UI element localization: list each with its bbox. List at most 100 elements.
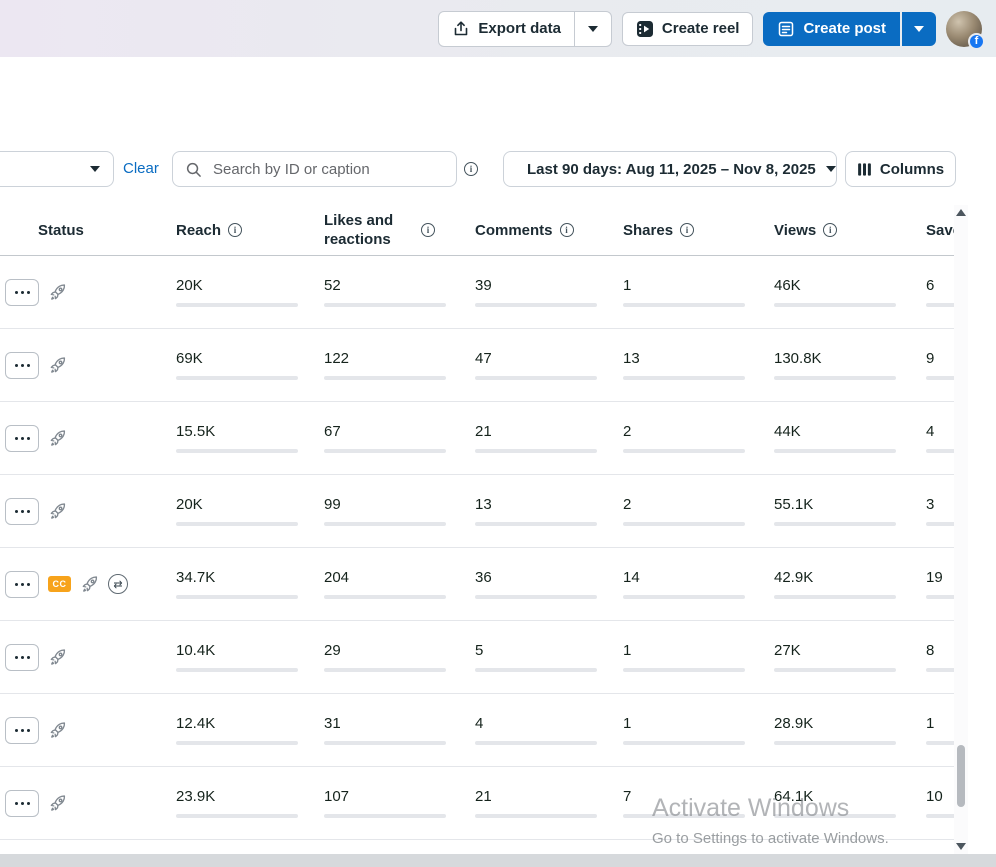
row-options-button[interactable] (5, 424, 39, 452)
boost-post-button[interactable] (48, 794, 67, 813)
search-info-icon[interactable]: i (464, 162, 478, 176)
boost-post-button[interactable] (80, 575, 99, 594)
dots-icon (14, 436, 18, 440)
metric-value: 2 (623, 423, 632, 440)
boost-post-button[interactable] (48, 648, 67, 667)
create-post-button[interactable]: Create post (763, 11, 900, 46)
metric-bar (623, 303, 745, 307)
views-cell: 44K (766, 423, 918, 453)
row-options-button[interactable] (5, 497, 39, 525)
create-reel-label: Create reel (661, 20, 740, 37)
metric-bar (176, 595, 298, 599)
column-header-likes: Likes and reactions i (316, 211, 467, 250)
metric-bar (475, 376, 597, 380)
metric-value: 2 (623, 496, 632, 513)
row-options-button[interactable] (5, 278, 39, 306)
likes-cell: 99 (316, 496, 467, 526)
clear-filters-link[interactable]: Clear (123, 160, 159, 177)
table-row: 12.4K 31 4 1 28.9K 1 (0, 694, 996, 767)
table-body: 20K 52 39 1 46K 6 69K 122 47 13 130.8K 9… (0, 256, 996, 840)
shares-cell: 13 (615, 350, 766, 380)
export-data-dropdown-button[interactable] (573, 11, 611, 46)
comments-cell: 4 (467, 715, 615, 745)
dots-icon (14, 728, 18, 732)
row-options-button[interactable] (5, 351, 39, 379)
row-status-cell (0, 351, 168, 379)
rocket-icon (82, 575, 98, 592)
scrollbar-thumb[interactable] (957, 745, 965, 807)
metric-value: 34.7K (176, 569, 216, 586)
likes-cell: 52 (316, 277, 467, 307)
top-action-bar: Export data Create reel Create post f (0, 0, 996, 57)
crosspost-icon: ⇄ (108, 574, 128, 594)
comments-cell: 13 (467, 496, 615, 526)
column-header-shares: Shares i (615, 222, 766, 239)
column-header-reach: Reach i (168, 222, 316, 239)
columns-button[interactable]: Columns (845, 151, 956, 187)
scroll-down-arrow-icon[interactable] (956, 843, 966, 850)
filter-dropdown[interactable] (0, 151, 114, 187)
scroll-up-arrow-icon[interactable] (956, 209, 966, 216)
create-reel-button[interactable]: Create reel (621, 11, 754, 46)
comments-cell: 21 (467, 423, 615, 453)
horizontal-scrollbar-track[interactable] (0, 854, 996, 867)
reach-cell: 34.7K (168, 569, 316, 599)
boost-post-button[interactable] (48, 283, 67, 302)
metric-bar (324, 376, 446, 380)
metric-bar (475, 668, 597, 672)
create-post-label: Create post (803, 20, 886, 37)
info-icon[interactable]: i (823, 223, 838, 237)
boost-post-button[interactable] (48, 356, 67, 375)
row-options-button[interactable] (5, 570, 39, 598)
shares-cell: 1 (615, 642, 766, 672)
info-icon[interactable]: i (680, 223, 695, 237)
info-icon[interactable]: i (421, 223, 435, 237)
row-status-cell (0, 424, 168, 452)
rocket-icon (50, 721, 66, 738)
metric-value: 1 (623, 715, 632, 732)
info-icon[interactable]: i (228, 223, 243, 237)
metric-value: 31 (324, 715, 341, 732)
facebook-badge-icon: f (968, 32, 985, 50)
comments-cell: 39 (467, 277, 615, 307)
row-status-cell (0, 789, 168, 817)
reach-cell: 69K (168, 350, 316, 380)
metric-value: 4 (475, 715, 484, 732)
comments-cell: 5 (467, 642, 615, 672)
likes-cell: 122 (316, 350, 467, 380)
shares-cell: 14 (615, 569, 766, 599)
boost-post-button[interactable] (48, 429, 67, 448)
metric-value: 130.8K (774, 350, 822, 367)
row-options-button[interactable] (5, 716, 39, 744)
metric-bar (324, 741, 446, 745)
boost-post-button[interactable] (48, 502, 67, 521)
metric-value: 28.9K (774, 715, 814, 732)
views-cell: 27K (766, 642, 918, 672)
date-range-button[interactable]: Last 90 days: Aug 11, 2025 – Nov 8, 2025 (503, 151, 837, 187)
rocket-icon (50, 356, 66, 373)
column-header-comments: Comments i (467, 222, 615, 239)
metric-value: 69K (176, 350, 203, 367)
vertical-scrollbar[interactable] (954, 205, 968, 855)
create-post-dropdown-button[interactable] (902, 11, 936, 46)
boost-post-button[interactable] (48, 721, 67, 740)
search-input[interactable] (211, 159, 444, 179)
metric-value: 12.4K (176, 715, 216, 732)
export-data-button[interactable]: Export data (439, 12, 574, 46)
profile-avatar[interactable]: f (946, 10, 985, 50)
info-icon[interactable]: i (559, 223, 574, 237)
metric-value: 44K (774, 423, 801, 440)
rocket-icon (50, 283, 66, 300)
search-icon (186, 162, 201, 177)
metric-value: 107 (324, 788, 350, 805)
metric-bar (623, 595, 745, 599)
row-options-button[interactable] (5, 789, 39, 817)
columns-label: Columns (879, 160, 945, 178)
metric-bar (324, 449, 446, 453)
metric-value: 14 (623, 569, 640, 586)
dots-icon (14, 363, 18, 367)
reach-cell: 15.5K (168, 423, 316, 453)
row-options-button[interactable] (5, 643, 39, 671)
metric-value: 42.9K (774, 569, 814, 586)
metric-bar (475, 449, 597, 453)
